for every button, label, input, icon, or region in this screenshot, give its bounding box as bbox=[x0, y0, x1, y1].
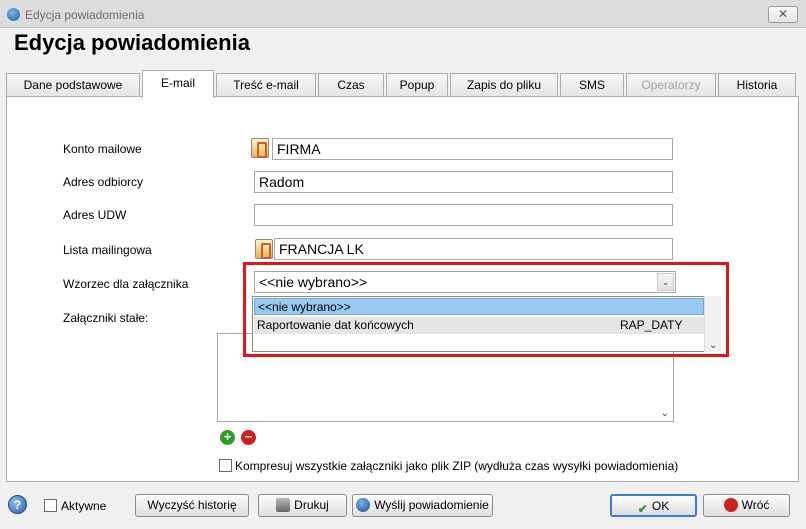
check-icon: ✔ bbox=[637, 502, 648, 516]
add-icon[interactable]: + bbox=[220, 430, 235, 445]
tab-tresc-e-mail[interactable]: Treść e-mail bbox=[216, 73, 316, 97]
page-title: Edycja powiadomienia bbox=[14, 30, 250, 55]
send-label: Wyślij powiadomienie bbox=[374, 498, 489, 512]
window-title: Edycja powiadomienia bbox=[25, 8, 145, 22]
send-icon bbox=[356, 498, 371, 512]
highlight-box bbox=[243, 262, 729, 357]
help-icon[interactable]: ? bbox=[8, 495, 27, 514]
tab-zapis-do-pliku[interactable]: Zapis do pliku bbox=[450, 73, 558, 97]
print-label: Drukuj bbox=[294, 498, 329, 512]
tab-historia[interactable]: Historia bbox=[718, 73, 796, 97]
active-checkbox[interactable] bbox=[44, 499, 57, 512]
konto-field[interactable]: FIRMA bbox=[272, 138, 673, 160]
lista-lookup-icon[interactable] bbox=[255, 239, 273, 259]
odbiorca-label: Adres odbiorcy bbox=[63, 175, 144, 189]
cancel-icon bbox=[723, 498, 738, 512]
close-button[interactable]: ✕ bbox=[768, 6, 798, 23]
printer-icon bbox=[276, 498, 291, 512]
lista-field[interactable]: FRANCJA LK bbox=[274, 238, 673, 260]
zip-checkbox[interactable] bbox=[219, 459, 232, 472]
tab-dane-podstawowe[interactable]: Dane podstawowe bbox=[6, 73, 140, 97]
lista-label: Lista mailingowa bbox=[63, 243, 152, 257]
scroll-down-icon[interactable]: ⌄ bbox=[661, 408, 669, 419]
clear-history-label: Wyczyść historię bbox=[147, 498, 237, 512]
back-label: Wróć bbox=[741, 498, 770, 512]
print-button[interactable]: Drukuj bbox=[258, 494, 347, 517]
back-button[interactable]: Wróć bbox=[703, 494, 790, 517]
udw-label: Adres UDW bbox=[63, 208, 127, 222]
tab-sms[interactable]: SMS bbox=[560, 73, 624, 97]
konto-lookup-icon[interactable] bbox=[251, 138, 269, 158]
konto-label: Konto mailowe bbox=[63, 142, 142, 156]
active-label: Aktywne bbox=[61, 499, 107, 513]
zip-label: Kompresuj wszystkie załączniki jako plik… bbox=[235, 459, 679, 473]
tab-popup[interactable]: Popup bbox=[386, 73, 448, 97]
zalaczniki-label: Załączniki stałe: bbox=[63, 311, 149, 325]
tab-e-mail[interactable]: E-mail bbox=[142, 70, 214, 98]
tab-czas[interactable]: Czas bbox=[318, 73, 384, 97]
ok-button[interactable]: ✔ OK bbox=[610, 494, 697, 517]
wzorzec-label: Wzorzec dla załącznika bbox=[63, 277, 189, 291]
udw-field[interactable] bbox=[254, 204, 673, 226]
app-icon bbox=[7, 8, 20, 21]
ok-label: OK bbox=[651, 499, 670, 513]
tab-bar: Dane podstawowe E-mail Treść e-mail Czas… bbox=[6, 70, 799, 98]
clear-history-button[interactable]: Wyczyść historię bbox=[135, 494, 249, 517]
remove-icon[interactable]: − bbox=[241, 430, 256, 445]
send-button[interactable]: Wyślij powiadomienie bbox=[352, 494, 493, 517]
odbiorca-field[interactable]: Radom bbox=[254, 171, 673, 193]
tab-operatorzy: Operatorzy bbox=[626, 73, 716, 97]
